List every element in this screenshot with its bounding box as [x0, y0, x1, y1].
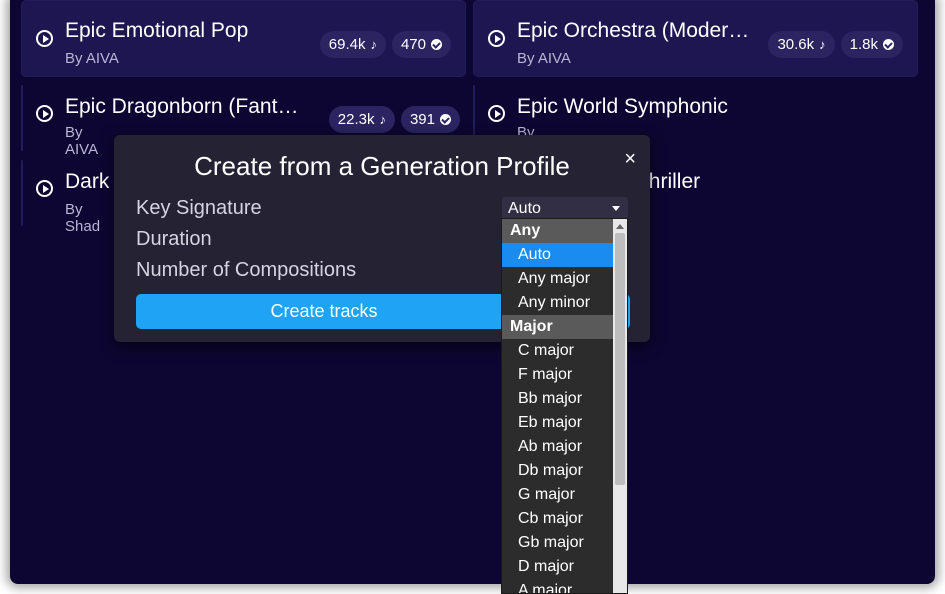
check-circle-icon [431, 39, 442, 50]
dropdown-option[interactable]: D major [502, 555, 615, 579]
music-note-icon: ♪ [379, 112, 386, 127]
music-note-icon: ♪ [819, 37, 826, 52]
count-pill: 470 [391, 31, 451, 58]
track-card[interactable]: Epic Emotional Pop By AIVA 69.4k ♪ 470 [21, 0, 466, 77]
track-title: Epic Orchestra (Moder… [517, 19, 750, 42]
duration-label: Duration [136, 228, 212, 250]
count-pill: 391 [400, 106, 460, 133]
track-stats: 69.4k ♪ 470 [319, 31, 451, 58]
count-pill: 1.8k [840, 31, 903, 58]
play-circle-icon[interactable] [36, 30, 53, 47]
play-circle-icon[interactable] [36, 105, 53, 122]
chevron-down-icon [612, 206, 620, 211]
play-circle-icon[interactable] [488, 30, 505, 47]
track-card[interactable]: Dark By Shad [21, 160, 109, 235]
dropdown-option[interactable]: G major [502, 483, 615, 507]
track-title: Epic Emotional Pop [65, 19, 249, 42]
plays-pill: 30.6k ♪ [768, 31, 835, 58]
dropdown-options: Any Auto Any major Any minor Major C maj… [502, 219, 615, 593]
track-title: Dark [65, 170, 110, 193]
dropdown-option[interactable]: Eb major [502, 411, 615, 435]
check-circle-icon [883, 39, 894, 50]
track-title: Epic World Symphonic [517, 95, 728, 118]
modal-title: Create from a Generation Profile [194, 151, 570, 181]
dropdown-option[interactable]: Any major [502, 267, 615, 291]
close-icon[interactable]: × [624, 148, 636, 171]
track-card[interactable]: Epic Dragonborn (Fant… By AIVA 24k♪ 452 [21, 85, 298, 158]
play-circle-icon[interactable] [488, 105, 505, 122]
track-author: By AIVA [65, 124, 99, 158]
dropdown-option[interactable]: Gb major [502, 531, 615, 555]
app-frame: Epic Emotional Pop By AIVA 69.4k ♪ 470 Ep… [10, 0, 935, 584]
track-title: Epic Dragonborn (Fant… [65, 95, 299, 118]
track-author: By AIVA [65, 50, 119, 67]
dropdown-scrollbar[interactable] [613, 219, 627, 593]
track-stats: 22.3k ♪ 391 [328, 106, 460, 133]
scroll-up-icon[interactable] [616, 224, 624, 229]
track-author: By AIVA [517, 50, 571, 67]
music-note-icon: ♪ [370, 37, 377, 52]
track-card[interactable]: Epic Orchestra (Moder… By AIVA 30.6k ♪ 1.… [473, 0, 918, 77]
track-author: By Shad [65, 201, 101, 235]
dropdown-option[interactable]: Bb major [502, 387, 615, 411]
dropdown-option[interactable]: A major [502, 579, 615, 593]
dropdown-option[interactable]: Cb major [502, 507, 615, 531]
dropdown-option[interactable]: Ab major [502, 435, 615, 459]
dropdown-option[interactable]: Db major [502, 459, 615, 483]
scroll-thumb[interactable] [615, 233, 625, 485]
play-circle-icon[interactable] [36, 180, 53, 197]
select-value: Auto [508, 200, 541, 217]
dropdown-option[interactable]: Auto [502, 243, 615, 267]
option-group-major: Major [502, 315, 615, 339]
key-signature-dropdown[interactable]: Any Auto Any major Any minor Major C maj… [501, 218, 628, 594]
compositions-label: Number of Compositions [136, 259, 357, 281]
check-circle-icon [440, 114, 451, 125]
track-stats: 30.6k ♪ 1.8k [768, 31, 903, 58]
option-group-any: Any [502, 219, 615, 243]
dropdown-option[interactable]: F major [502, 363, 615, 387]
dropdown-option[interactable]: Any minor [502, 291, 615, 315]
key-signature-label: Key Signature [136, 197, 262, 219]
plays-pill: 69.4k ♪ [319, 31, 386, 58]
dropdown-option[interactable]: C major [502, 339, 615, 363]
plays-pill: 22.3k ♪ [328, 106, 395, 133]
